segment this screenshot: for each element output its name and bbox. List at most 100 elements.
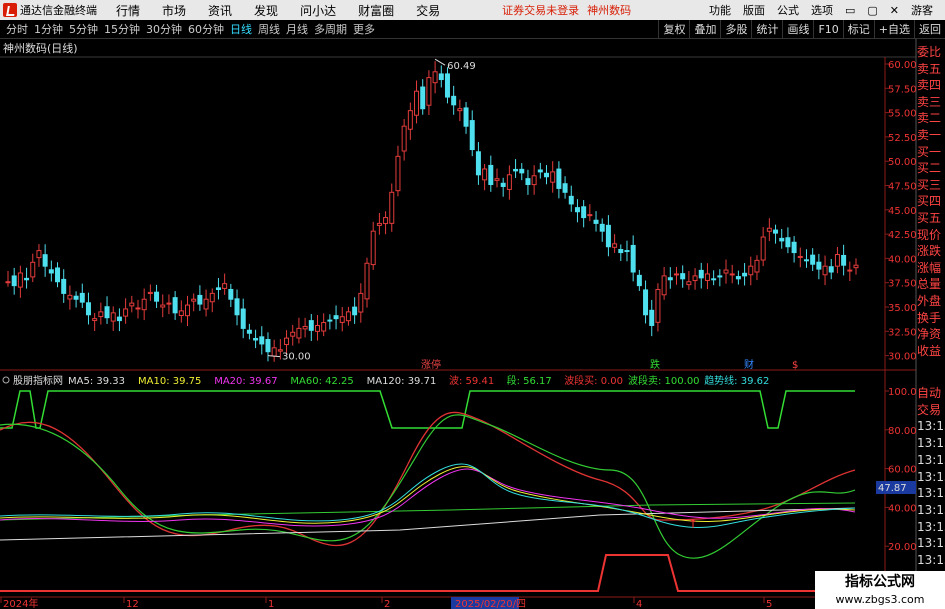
toolbar-btn-2[interactable]: 多股 — [720, 20, 751, 39]
candle-body-125 — [779, 237, 785, 242]
indicator-value-9: 趋势线: 39.62 — [704, 374, 769, 387]
candle-body-99 — [618, 249, 624, 254]
candle-body-73 — [457, 108, 463, 112]
period-5[interactable]: 60分钟 — [188, 21, 224, 37]
candle-body-2 — [17, 272, 23, 288]
toolbar-btn-3[interactable]: 统计 — [751, 20, 782, 39]
trade-label-6: 13:13 — [917, 486, 945, 501]
toolbar-btn-5[interactable]: F10 — [813, 20, 842, 39]
ma10-line — [0, 466, 856, 524]
indicator-value-2: MA20: 39.67 — [214, 376, 277, 387]
candle-body-87 — [544, 172, 550, 178]
candle-body-110 — [686, 281, 692, 286]
trade-side-panel: 自动交易13:1313:1313:1313:1313:1313:1313:131… — [917, 385, 945, 602]
candle-body-46 — [290, 331, 296, 337]
candle-body-109 — [680, 273, 686, 280]
period-10[interactable]: 更多 — [353, 21, 375, 37]
quote-label-14: 总量 — [917, 277, 942, 292]
guest-label[interactable]: 游客 — [911, 2, 933, 18]
period-6[interactable]: 日线 — [230, 21, 252, 37]
candle-body-103 — [643, 289, 649, 316]
candle-body-123 — [766, 227, 772, 232]
candle-body-116 — [723, 269, 729, 274]
price-label-1: 57.50 — [888, 84, 917, 95]
candle-body-54 — [339, 316, 345, 323]
candle-body-6 — [42, 254, 48, 267]
candle-body-63 — [395, 155, 401, 192]
candle-body-122 — [760, 236, 766, 261]
candle-body-9 — [61, 278, 67, 294]
candle-body-78 — [488, 164, 494, 186]
candle-body-30 — [191, 298, 197, 302]
date-label-3: 2 — [384, 599, 390, 609]
quote-label-2: 卖四 — [917, 78, 942, 93]
menu-shichang[interactable]: 市场 — [162, 2, 186, 19]
trade-label-0[interactable]: 自动 — [917, 385, 945, 402]
menu-wenxiaoda[interactable]: 问小达 — [300, 2, 336, 19]
candle-body-132 — [822, 265, 828, 276]
high-pointer — [434, 58, 446, 66]
menu-banmian[interactable]: 版面 — [743, 2, 765, 18]
trade-label-1[interactable]: 交易 — [917, 402, 945, 419]
candle-body-82 — [513, 168, 519, 172]
period-8[interactable]: 月线 — [286, 21, 308, 37]
menu-faxian[interactable]: 发现 — [254, 2, 278, 19]
quote-label-15: 外盘 — [917, 293, 942, 308]
period-0[interactable]: 分时 — [6, 21, 28, 37]
toolbar-btn-4[interactable]: 画线 — [782, 20, 813, 39]
indicator-value-7: 波段买: 0.00 — [564, 374, 623, 387]
period-1[interactable]: 1分钟 — [34, 21, 63, 37]
date-label-0: 2024年 — [3, 597, 38, 609]
menu-zixun[interactable]: 资讯 — [208, 2, 232, 19]
candle-body-10 — [67, 294, 73, 300]
candle-body-91 — [568, 195, 574, 205]
candle-body-95 — [593, 219, 599, 224]
candle-body-135 — [841, 254, 847, 266]
candle-body-45 — [284, 337, 290, 346]
candle-body-34 — [215, 287, 221, 291]
candle-body-137 — [853, 264, 859, 269]
quote-label-6: 买一 — [917, 144, 942, 159]
candle-body-16 — [104, 306, 110, 319]
period-4[interactable]: 30分钟 — [146, 21, 182, 37]
toolbar-btn-7[interactable]: +自选 — [873, 20, 914, 39]
toolbar-btn-6[interactable]: 标记 — [842, 20, 874, 39]
date-label-1: 12 — [126, 599, 139, 609]
period-2[interactable]: 5分钟 — [69, 21, 98, 37]
login-status[interactable]: 证券交易未登录 — [502, 2, 579, 18]
period-9[interactable]: 多周期 — [314, 21, 347, 37]
candle-body-26 — [166, 302, 172, 305]
toolbar-btn-0[interactable]: 复权 — [658, 20, 689, 39]
minimize-icon[interactable]: ▭ — [845, 4, 855, 17]
price-label-11: 32.50 — [888, 327, 917, 338]
candle-body-67 — [420, 86, 426, 110]
candle-body-8 — [55, 267, 61, 283]
candle-body-136 — [847, 269, 853, 272]
candle-body-64 — [401, 125, 407, 152]
candle-body-69 — [432, 71, 438, 84]
date-label-4: 2025/02/20/四 — [455, 599, 526, 609]
toolbar-btn-1[interactable]: 叠加 — [689, 20, 720, 39]
chart-area[interactable]: 神州数码(日线)60.0057.5055.0052.5050.0047.5045… — [0, 39, 945, 609]
restore-icon[interactable]: ▢ — [867, 4, 877, 17]
candle-body-88 — [550, 171, 556, 183]
ind-label-4: 20.00 — [888, 542, 917, 553]
period-7[interactable]: 周线 — [258, 21, 280, 37]
menu-jiaoyi[interactable]: 交易 — [416, 2, 440, 19]
candle-body-42 — [265, 339, 271, 353]
price-label-10: 35.00 — [888, 303, 917, 314]
candle-body-15 — [98, 311, 104, 318]
toolbar-btn-8[interactable]: 返回 — [914, 20, 945, 39]
chart-title: 神州数码(日线) — [3, 41, 78, 55]
close-icon[interactable]: ✕ — [890, 4, 899, 17]
menu-gongneng[interactable]: 功能 — [709, 2, 731, 18]
quote-label-9: 买四 — [917, 194, 942, 209]
indicator-name: 股朋指标网 — [13, 374, 63, 387]
menu-xuanxiang[interactable]: 选项 — [811, 2, 833, 18]
quote-label-8: 买三 — [917, 177, 942, 192]
menu-caifuquan[interactable]: 财富圈 — [358, 2, 394, 19]
menu-gongshi[interactable]: 公式 — [777, 2, 799, 18]
quote-label-12: 涨跌 — [917, 244, 942, 259]
menu-hangqing[interactable]: 行情 — [116, 2, 140, 19]
period-3[interactable]: 15分钟 — [104, 21, 140, 37]
